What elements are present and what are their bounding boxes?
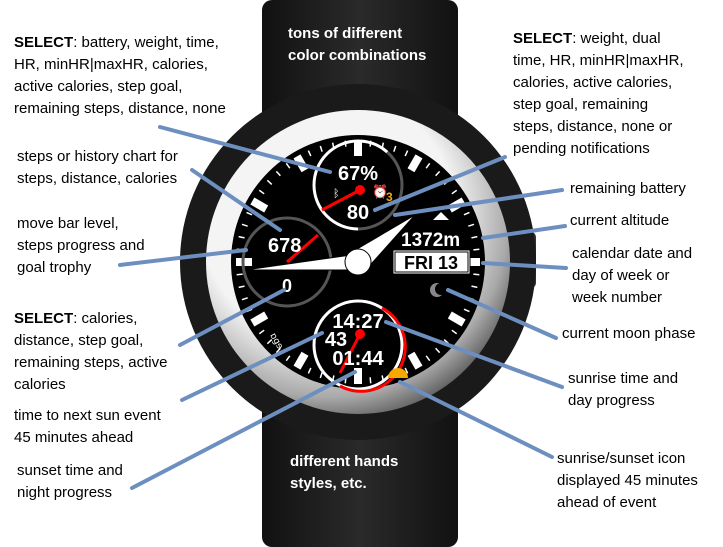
text: 45 minutes ahead: [14, 429, 134, 446]
annotation-color-combinations: tons of different color combinations: [288, 23, 426, 67]
text: distance, step goal,: [14, 332, 144, 349]
annotation-sunset-time: sunset time and night progress: [17, 460, 123, 504]
text: calories, active calories,: [513, 74, 673, 91]
battery-readout: 67%: [338, 163, 378, 185]
text: : calories,: [73, 310, 138, 327]
text: different hands: [290, 453, 399, 470]
text: calendar date and: [572, 245, 693, 262]
text: sunrise/sunset icon: [557, 450, 686, 467]
steps-readout: 678: [268, 235, 301, 257]
text: sunset time and: [17, 462, 123, 479]
center-pivot: [344, 248, 372, 276]
text: active calories, step goal,: [14, 78, 183, 95]
text: day of week or: [572, 267, 670, 284]
top-subdial-pivot: [355, 185, 365, 195]
annotation-remaining-battery: remaining battery: [570, 178, 686, 200]
text: calories: [14, 376, 66, 393]
text: day progress: [568, 392, 655, 409]
text: current moon phase: [562, 325, 696, 342]
text: remaining battery: [570, 180, 686, 197]
annotation-steps-chart: steps or history chart for steps, distan…: [17, 146, 178, 190]
select-keyword: SELECT: [14, 34, 74, 51]
text: week number: [572, 289, 663, 306]
altitude-readout: 1372m: [401, 230, 460, 251]
text: remaining steps, distance, none: [14, 100, 226, 117]
annotation-left-select-top: SELECT: battery, weight, time, HR, minHR…: [14, 32, 226, 120]
minute-marker: [369, 377, 372, 384]
text: time to next sun event: [14, 407, 161, 424]
text: current altitude: [570, 212, 670, 229]
text: time, HR, minHR|maxHR,: [513, 52, 684, 69]
text: steps, distance, none or: [513, 118, 673, 135]
annotation-right-select: SELECT: weight, dual time, HR, minHR|max…: [513, 28, 684, 160]
date-readout: FRI 13: [404, 253, 458, 273]
select-keyword: SELECT: [14, 310, 74, 327]
text: color combinations: [288, 47, 427, 64]
annotation-sunrise-time: sunrise time and day progress: [568, 368, 678, 412]
bluetooth-icon: ᛒ: [333, 187, 340, 200]
text: step goal, remaining: [513, 96, 649, 113]
annotation-hand-styles: different hands styles, etc.: [290, 451, 398, 495]
text: steps progress and: [17, 237, 145, 254]
annotation-moon-phase: current moon phase: [562, 323, 695, 345]
text: HR, minHR|maxHR, calories,: [14, 56, 208, 73]
text: : weight, dual: [572, 30, 661, 47]
annotation-next-sun-event: time to next sun event 45 minutes ahead: [14, 405, 161, 449]
text: sunrise time and: [568, 370, 679, 387]
text: displayed 45 minutes: [557, 472, 698, 489]
annotation-move-bar: move bar level, steps progress and goal …: [17, 213, 145, 279]
minute-marker: [236, 273, 243, 276]
text: remaining steps, active: [14, 354, 168, 371]
text: : battery, weight, time,: [73, 34, 219, 51]
select-keyword: SELECT: [513, 30, 573, 47]
text: move bar level,: [17, 215, 119, 232]
text: styles, etc.: [290, 475, 367, 492]
annotation-sun-icon: sunrise/sunset icon displayed 45 minutes…: [557, 448, 698, 514]
text: night progress: [17, 484, 113, 501]
heart-rate-readout: 80: [347, 202, 369, 224]
text: ahead of event: [557, 494, 657, 511]
annotation-left-select-bottom: SELECT: calories, distance, step goal, r…: [14, 308, 167, 396]
text: steps or history chart for: [17, 148, 178, 165]
bottom-left-readout: 0: [282, 276, 292, 296]
annotation-current-altitude: current altitude: [570, 210, 669, 232]
text: tons of different: [288, 25, 403, 42]
minute-marker: [473, 273, 480, 276]
text: pending notifications: [513, 140, 650, 157]
minute-marker: [473, 248, 480, 251]
text: steps, distance, calories: [17, 170, 178, 187]
text: goal trophy: [17, 259, 92, 276]
sunset-time-readout: 01:44: [332, 348, 384, 370]
annotation-calendar-date: calendar date and day of week or week nu…: [572, 243, 692, 309]
